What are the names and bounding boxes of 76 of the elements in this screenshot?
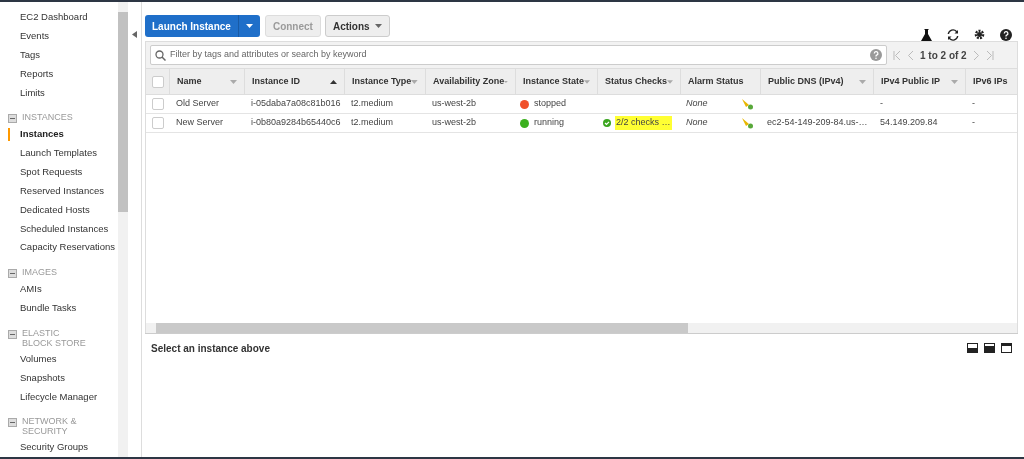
sidebar-item[interactable]: Spot Requests bbox=[0, 162, 118, 182]
sidebar-item[interactable]: Instances bbox=[0, 125, 118, 144]
table-cell-text: ec2-54-149-209-84.us-… bbox=[766, 116, 869, 130]
column-header[interactable]: Alarm Status bbox=[680, 69, 760, 94]
table-cell-text: us-west-2b bbox=[431, 97, 477, 111]
sidebar-item[interactable]: Tags bbox=[0, 45, 118, 65]
instance-state: stopped bbox=[534, 97, 567, 111]
sidebar-item[interactable]: Dedicated Hosts bbox=[0, 200, 118, 220]
select-all-checkbox[interactable] bbox=[151, 75, 164, 88]
sidebar-item[interactable]: Reserved Instances bbox=[0, 181, 118, 201]
sidebar-item[interactable]: Volumes bbox=[0, 349, 118, 369]
sidebar-item[interactable]: AMIs bbox=[0, 279, 118, 299]
sidebar-item[interactable]: Security Groups bbox=[0, 438, 118, 457]
alarm-status: None bbox=[686, 97, 708, 111]
section-heading: ELASTIC BLOCK STORE bbox=[22, 327, 87, 348]
table-cell-text: 54.149.209.84 bbox=[879, 116, 939, 130]
sidebar-item[interactable]: Limits bbox=[0, 83, 118, 103]
flask-icon[interactable] bbox=[921, 28, 932, 41]
table-cell-text: - bbox=[971, 116, 976, 130]
sidebar-item[interactable]: Launch Templates bbox=[0, 143, 118, 163]
search-field[interactable]: Filter by tags and attributes or search by keyword bbox=[170, 48, 866, 62]
collapse-toggle[interactable] bbox=[8, 268, 17, 278]
table-cell-text: i-0b80a9284b65440c6 bbox=[250, 116, 342, 130]
sidebar-item[interactable]: Lifecycle Manager bbox=[0, 387, 118, 407]
alarm-status: None bbox=[686, 116, 708, 130]
search-bar[interactable]: Filter by tags and attributes or search by keyword bbox=[150, 45, 887, 65]
sidebar-item[interactable]: Scheduled Instances bbox=[0, 219, 118, 239]
pagination-text: 1 to 2 of 2 bbox=[920, 48, 967, 63]
section-heading: IMAGES bbox=[22, 266, 58, 277]
sidebar-item[interactable]: Reports bbox=[0, 64, 118, 84]
row-checkbox[interactable] bbox=[151, 98, 164, 110]
refresh-icon[interactable] bbox=[947, 28, 959, 41]
sidebar-item[interactable]: Bundle Tasks bbox=[0, 298, 118, 318]
check-circle-icon bbox=[603, 119, 611, 127]
table-cell-text: t2.medium bbox=[350, 97, 395, 111]
layout-split-icon[interactable] bbox=[984, 343, 995, 353]
column-header[interactable]: Instance ID bbox=[244, 69, 344, 94]
caret-icon bbox=[374, 24, 382, 28]
table-cell-text: New Server bbox=[175, 116, 224, 130]
search-icon bbox=[155, 49, 166, 61]
collapse-toggle[interactable] bbox=[8, 418, 17, 428]
status-checks-link[interactable]: 2/2 checks … bbox=[615, 116, 672, 130]
layout-top-icon[interactable] bbox=[1001, 343, 1012, 353]
column-header[interactable]: IPv4 Public IP bbox=[873, 69, 965, 94]
column-header[interactable]: Instance Type bbox=[344, 69, 425, 94]
column-header[interactable]: Availability Zone bbox=[425, 69, 515, 94]
details-message: Select an instance above bbox=[151, 341, 270, 356]
column-header[interactable]: IPv6 IPs bbox=[965, 69, 1017, 94]
help-icon[interactable] bbox=[1000, 28, 1012, 41]
section-heading: NETWORK & SECURITY bbox=[22, 416, 78, 437]
caret-left-icon bbox=[131, 30, 137, 38]
collapse-toggle[interactable] bbox=[8, 329, 17, 339]
table-cell-text: - bbox=[971, 97, 976, 111]
scrollbar[interactable] bbox=[118, 2, 128, 457]
horizontal-scrollbar[interactable] bbox=[146, 323, 1017, 333]
column-header[interactable]: Status Checks bbox=[597, 69, 680, 94]
table-cell-text: us-west-2b bbox=[431, 116, 477, 130]
sidebar-item[interactable]: Capacity Reservations bbox=[0, 238, 118, 257]
column-header[interactable]: Public DNS (IPv4) bbox=[760, 69, 873, 94]
table-cell-text: Old Server bbox=[175, 97, 220, 111]
row-checkbox[interactable] bbox=[151, 117, 164, 129]
sidebar-item[interactable]: Events bbox=[0, 26, 118, 46]
caret-icon bbox=[245, 24, 253, 28]
layout-bottom-icon[interactable] bbox=[967, 343, 978, 353]
column-header[interactable]: Name bbox=[169, 69, 244, 94]
sidebar-item[interactable]: Snapshots bbox=[0, 368, 118, 388]
actions-button[interactable]: Actions bbox=[324, 15, 390, 37]
settings-icon[interactable] bbox=[974, 29, 985, 40]
section-heading: INSTANCES bbox=[22, 112, 74, 123]
sidebar-item[interactable]: EC2 Dashboard bbox=[0, 8, 118, 27]
instance-state: running bbox=[534, 116, 565, 130]
table-cell-text: - bbox=[879, 97, 884, 111]
collapse-toggle[interactable] bbox=[8, 114, 17, 124]
table-cell-text: t2.medium bbox=[350, 116, 395, 130]
column-header[interactable]: Instance State bbox=[515, 69, 597, 94]
table-cell-text: i-05daba7a08c81b016 bbox=[250, 97, 342, 111]
